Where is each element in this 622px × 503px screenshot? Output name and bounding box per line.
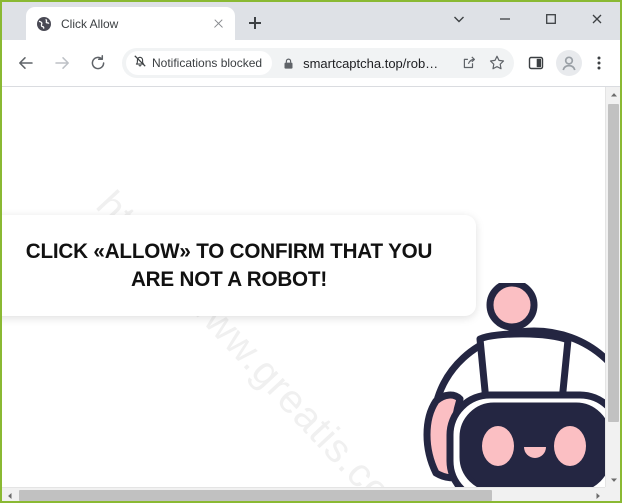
notifications-blocked-chip[interactable]: Notifications blocked (126, 51, 273, 75)
scroll-down-arrow-icon[interactable] (606, 472, 620, 487)
close-window-button[interactable] (574, 2, 620, 36)
avatar[interactable] (556, 50, 582, 76)
scrollbar-corner (605, 487, 620, 501)
vertical-scroll-thumb[interactable] (608, 104, 619, 422)
bell-blocked-icon (133, 54, 147, 73)
tab-title: Click Allow (61, 16, 119, 31)
robot-mascot-illustration (423, 283, 605, 487)
reload-icon[interactable] (82, 47, 114, 79)
side-panel-icon[interactable] (521, 48, 551, 78)
address-bar[interactable]: Notifications blocked smartcaptcha.top/r… (122, 48, 514, 78)
tab-click-allow[interactable]: Click Allow (26, 7, 235, 40)
three-dot-menu-icon[interactable] (584, 48, 614, 78)
vertical-scrollbar[interactable] (605, 87, 620, 487)
horizontal-scrollbar[interactable] (2, 487, 605, 501)
back-arrow-icon[interactable] (10, 47, 42, 79)
forward-arrow-icon[interactable] (46, 47, 78, 79)
tab-search-button[interactable] (436, 2, 482, 36)
speech-bubble-tail (342, 315, 394, 355)
page-content: https://www.greatis.com CLICK «ALLOW» TO… (2, 87, 605, 487)
share-icon[interactable] (456, 50, 482, 76)
browser-toolbar: Notifications blocked smartcaptcha.top/r… (2, 40, 620, 87)
omnibox-actions (454, 50, 510, 76)
horizontal-scroll-thumb[interactable] (19, 490, 492, 501)
lock-icon[interactable] (282, 57, 295, 70)
globe-icon (36, 16, 52, 32)
window-controls (436, 2, 620, 36)
close-tab-icon[interactable] (210, 15, 227, 32)
notifications-blocked-label: Notifications blocked (152, 56, 263, 70)
scroll-left-arrow-icon[interactable] (2, 488, 17, 501)
page-viewport: https://www.greatis.com CLICK «ALLOW» TO… (2, 87, 620, 501)
scroll-up-arrow-icon[interactable] (606, 87, 620, 102)
scroll-right-arrow-icon[interactable] (590, 488, 605, 501)
tab-strip: Click Allow (2, 2, 620, 40)
browser-window: Click Allow Notifications blocked smartc… (0, 0, 622, 503)
new-tab-button[interactable] (241, 9, 269, 37)
url-text: smartcaptcha.top/rob… (303, 55, 439, 71)
star-icon[interactable] (484, 50, 510, 76)
bubble-message: CLICK «ALLOW» TO CONFIRM THAT YOU ARE NO… (25, 239, 433, 291)
minimize-button[interactable] (482, 2, 528, 36)
maximize-button[interactable] (528, 2, 574, 36)
